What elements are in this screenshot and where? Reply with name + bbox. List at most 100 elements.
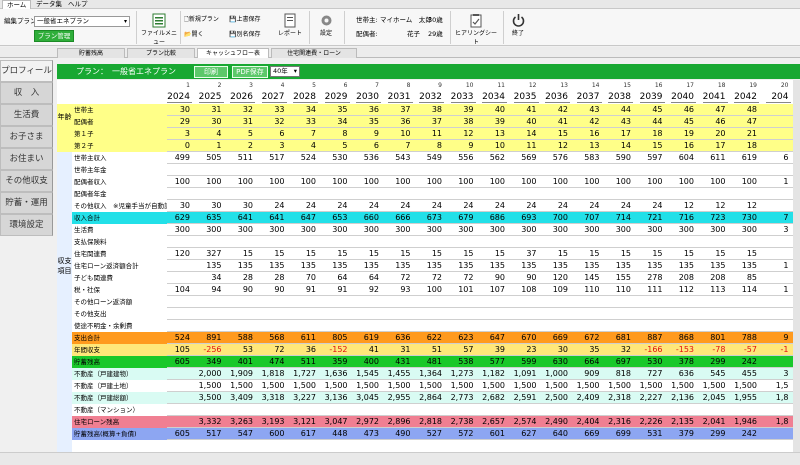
- year-index-cell: 18: [717, 82, 726, 89]
- year-header-cell: 2040: [671, 92, 696, 103]
- table-row: その他支出: [57, 308, 800, 320]
- overwrite-save-button[interactable]: 💾上書保存: [228, 13, 270, 25]
- overwrite-save-label: 上書保存: [236, 16, 261, 23]
- year-index-cell: 16: [654, 82, 663, 89]
- row-label: 配偶者収入: [74, 178, 107, 186]
- table-row: 不動産（戸建総額） 3,500 3,409 3,318 3,227 3,136 3,045 2…: [57, 392, 800, 404]
- row-label: 不動産（マンション）: [74, 406, 139, 414]
- year-header-cell: 2025: [198, 92, 224, 103]
- table-row: その他ローン返済額: [57, 296, 800, 308]
- year-header-cell: 2034: [482, 92, 507, 103]
- save-as-button[interactable]: 💾別名保存: [228, 28, 270, 40]
- year-index-cell: 11: [497, 82, 505, 89]
- table-row: 第１子 3 4 5 6 7 8 9 10 11 12 13 14 15 16 17 18 19 20 21: [57, 128, 800, 140]
- divider: [309, 11, 310, 44]
- nav-other-balance[interactable]: その他収支: [0, 170, 53, 192]
- open-button[interactable]: 📂開く: [183, 28, 225, 40]
- pdf-save-button[interactable]: PDF保存: [232, 66, 268, 78]
- table-row: 不動産（マンション）: [57, 404, 800, 416]
- table-row: 年間収支 105 -256 53 72 36 -152 41 31 51 57 39 23 30 35 32-…: [57, 344, 800, 356]
- edit-plan-value: 一般省エネプラン: [37, 17, 89, 25]
- tab-savings-balance[interactable]: 貯蓄残高: [57, 48, 125, 58]
- row-label: 生活費: [74, 226, 94, 234]
- table-row: 世帯主収入 499 505 511 517 524 530 536 543 549 556 562 56…: [57, 152, 800, 164]
- year-index-cell: 3: [249, 82, 253, 89]
- tab-cashflow-table[interactable]: キャッシュフロー表: [197, 48, 269, 58]
- nav-housing[interactable]: お住まい: [0, 148, 53, 170]
- exit-label: 終了: [511, 30, 524, 37]
- table-row: 世帯主 30 31 32 33 34 35 36 37 38 39 40 41 42 43 44 45 46 47 4…: [57, 104, 800, 116]
- table-row: 配偶者年金: [57, 188, 800, 200]
- table-row: 貯蓄残高 605 349 401 474 511 359 400 431 481 538 577 599…: [57, 356, 800, 368]
- nav-profile[interactable]: プロフィール: [0, 60, 53, 82]
- settings-label: 設定: [319, 30, 332, 37]
- row-label: 支出合計: [74, 334, 100, 342]
- hearing-sheet-button[interactable]: ヒアリングシート: [453, 12, 499, 46]
- year-header-cell: 2039: [639, 92, 665, 103]
- year-header-cell: 204: [765, 91, 791, 103]
- row-label: 配偶者: [74, 118, 94, 126]
- divider: [180, 11, 181, 44]
- year-header-cell: 2026: [230, 92, 255, 103]
- year-index-cell: 6: [343, 82, 348, 89]
- new-plan-button[interactable]: 🗋新規プラン: [183, 13, 225, 25]
- year-header-cell: 2031: [387, 92, 413, 103]
- divider: [450, 11, 451, 44]
- divider: [344, 11, 345, 44]
- file-menu-button[interactable]: ファイルメニュー: [140, 12, 178, 46]
- menu-bar: ホーム データ集 ヘルプ: [0, 0, 800, 9]
- year-index-cell: 2: [217, 82, 222, 89]
- table-row: 配偶者収入 100 100 100 100 100 100 100 100 100 100 100 10…: [57, 176, 800, 188]
- year-header-cell: 2028: [293, 92, 318, 103]
- print-button[interactable]: 印刷: [194, 66, 228, 78]
- row-label: 年間収支: [74, 346, 100, 354]
- year-index-cell: 9: [438, 82, 442, 89]
- power-icon: [512, 14, 524, 27]
- horizontal-scrollbar[interactable]: [0, 452, 800, 465]
- table-row: 配偶者 29 30 31 32 33 34 35 36 37 38 39 40 41 42 43 44 45 46 4…: [57, 116, 800, 128]
- table-row: 税・社保 104 94 90 90 91 91 92 93 100 101 107 108 109 110 1…: [57, 284, 800, 296]
- exit-button[interactable]: 終了: [506, 12, 530, 44]
- nav-children[interactable]: お子さま: [0, 126, 53, 148]
- open-label: 開く: [191, 31, 204, 38]
- menu-tab-home[interactable]: ホーム: [2, 0, 32, 9]
- nav-environment[interactable]: 環境設定: [0, 214, 53, 236]
- table-row: 世帯主年金: [57, 164, 800, 176]
- nav-income[interactable]: 収 入: [0, 82, 53, 104]
- householder-name: マイホーム 太郎: [380, 16, 432, 24]
- tab-plan-compare[interactable]: プラン比較: [127, 48, 195, 58]
- row-label: 収入合計: [74, 214, 100, 222]
- years-select[interactable]: 40年 ▾: [270, 66, 300, 77]
- tab-housing-loan[interactable]: 住宅関連費・ローン: [271, 48, 357, 58]
- year-index-cell: 17: [686, 82, 694, 89]
- cashflow-table: 1 2 3 4 5 6 7 8 9 10 11 12 13 14 15 16 17 18 19 20 2024 2025…: [57, 80, 800, 465]
- row-label: その他収入 ※児童手当が自動計上: [74, 202, 167, 210]
- side-nav: プロフィール 収 入 生活費 お子さま お住まい その他収支 貯蓄・運用 環境設…: [0, 60, 53, 236]
- new-plan-label: 新規プラン: [188, 16, 219, 23]
- view-tabs: 貯蓄残高 プラン比較 キャッシュフロー表 住宅関連費・ローン: [0, 47, 800, 58]
- row-label: 貯蓄残高: [74, 358, 100, 366]
- row-label: 不動産（戸建総額）: [74, 394, 133, 402]
- divider: [503, 11, 504, 44]
- row-label: 子ども関連費: [74, 274, 113, 282]
- vertical-scrollbar[interactable]: [793, 80, 800, 452]
- nav-savings-invest[interactable]: 貯蓄・運用: [0, 192, 53, 214]
- row-label: 住宅ローン残高: [74, 418, 120, 426]
- report-button[interactable]: レポート: [275, 12, 305, 44]
- table-row: 子ども関連費 34 28 28 70 64 64 72 72 72 90 90 120 145 155 278…: [57, 272, 800, 284]
- table-row: 不動産（戸建土地） 1,500 1,500 1,500 1,500 1,500 1,500 1…: [57, 380, 800, 392]
- table-row: 住宅ローン残高 3,332 3,263 3,193 3,121 3,047 2,972 2,8…: [57, 416, 800, 428]
- year-header-cell: 2038: [608, 92, 633, 103]
- edit-plan-select[interactable]: 一般省エネプラン ▾: [34, 16, 130, 27]
- menu-tab-help[interactable]: ヘルプ: [64, 0, 92, 9]
- chevron-down-icon: ▾: [123, 18, 127, 25]
- settings-button[interactable]: 設定: [312, 12, 340, 44]
- gear-icon: [321, 15, 331, 26]
- report-icon: [284, 13, 296, 28]
- hearing-sheet-label: ヒアリングシート: [454, 30, 497, 46]
- row-label: 第１子: [74, 130, 94, 138]
- menu-tab-data[interactable]: データ集: [32, 0, 66, 9]
- plan-manage-button[interactable]: プラン管理: [34, 30, 74, 42]
- table-row: 住宅ローン返済額合計 135 135 135 135 135 135 135 135 135 135…: [57, 260, 800, 272]
- nav-living-cost[interactable]: 生活費: [0, 104, 53, 126]
